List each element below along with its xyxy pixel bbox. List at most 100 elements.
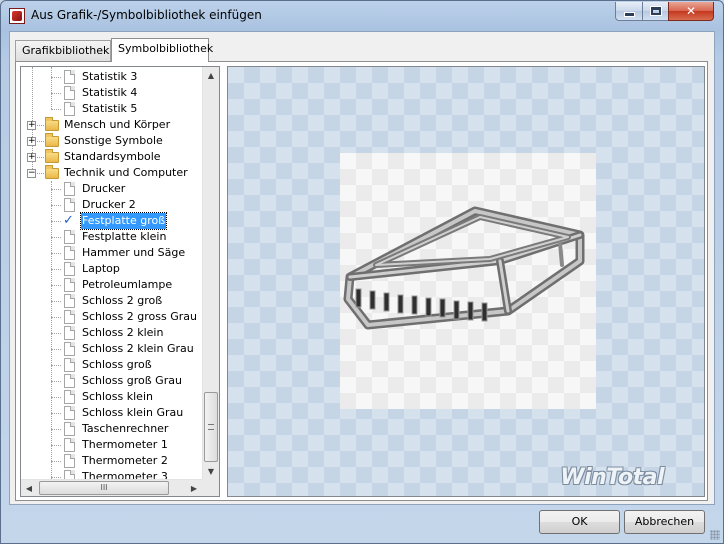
tree-connector — [51, 445, 61, 446]
horizontal-scroll-thumb[interactable]: III — [39, 481, 169, 495]
close-icon: ✕ — [685, 4, 697, 18]
scroll-left-button[interactable]: ◀ — [21, 480, 37, 496]
tree-item-label: Drucker — [82, 182, 126, 195]
document-icon — [64, 326, 75, 340]
ok-button[interactable]: OK — [539, 510, 620, 534]
tree-connector — [51, 109, 61, 110]
tree-item-label: Schloss 2 groß — [82, 294, 163, 307]
tree-guide-line — [51, 67, 52, 109]
tree-horizontal-scrollbar[interactable]: ◀ III ▶ — [21, 479, 202, 496]
symbol-tree[interactable]: Statistik 3 Statistik 4 Statistik 5 + Mensch… — [20, 66, 220, 497]
tree-connector — [51, 365, 61, 366]
tree-connector — [51, 397, 61, 398]
document-icon — [64, 438, 75, 452]
folder-icon — [45, 165, 59, 179]
document-icon — [64, 262, 75, 276]
checkmark-icon: ✓ — [63, 213, 74, 228]
tree-item-label: Schloss groß — [82, 358, 152, 371]
tree-item-label: Schloss klein — [82, 390, 153, 403]
tree-item-label: Statistik 5 — [82, 102, 138, 115]
document-icon — [64, 198, 75, 212]
tree-item-label: Schloss 2 klein — [82, 326, 164, 339]
symbol-preview-pane: WinTotal — [227, 66, 705, 497]
tree-vertical-scrollbar[interactable]: ▲ ▼ — [202, 67, 219, 480]
document-icon — [64, 342, 75, 356]
tree-item-label: Sonstige Symbole — [64, 134, 163, 147]
cancel-button[interactable]: Abbrechen — [624, 510, 705, 534]
tree-item-label: Schloss 2 klein Grau — [82, 342, 194, 355]
expand-icon[interactable]: + — [27, 153, 36, 162]
scroll-thumb[interactable] — [204, 392, 218, 462]
document-icon — [64, 182, 75, 196]
tree-item-label: Petroleumlampe — [82, 278, 173, 291]
dialog-body: Grafikbibliothek Symbolbibliothek Statis… — [9, 31, 715, 505]
scroll-right-button[interactable]: ▶ — [186, 480, 202, 496]
document-icon — [64, 278, 75, 292]
tree-item-label: Thermometer 1 — [82, 438, 168, 451]
tree-item-label: Standardsymbole — [64, 150, 161, 163]
tree-connector — [51, 413, 61, 414]
tree-connector — [51, 381, 61, 382]
document-icon — [64, 102, 75, 116]
document-icon — [64, 246, 75, 260]
document-icon — [64, 422, 75, 436]
tree-item-label: Statistik 4 — [82, 86, 138, 99]
tree-connector — [51, 477, 61, 478]
document-icon — [64, 374, 75, 388]
document-icon — [64, 86, 75, 100]
tree-item-label: Festplatte groß — [79, 212, 168, 230]
expand-icon[interactable]: + — [27, 121, 36, 130]
tree-connector — [51, 205, 61, 206]
tree-connector — [51, 253, 61, 254]
document-icon — [64, 390, 75, 404]
window-title: Aus Grafik-/Symbolbibliothek einfügen — [31, 8, 262, 22]
tree-connector — [51, 221, 61, 222]
scroll-down-button[interactable]: ▼ — [203, 463, 219, 480]
tree-connector — [51, 301, 61, 302]
folder-icon — [45, 117, 59, 131]
tree-connector — [51, 269, 61, 270]
document-icon — [64, 294, 75, 308]
document-icon — [64, 454, 75, 468]
hard-drive-icon — [343, 206, 585, 330]
tab-panel-symbolbibliothek: Statistik 3 Statistik 4 Statistik 5 + Mensch… — [15, 61, 708, 501]
tree-item-label: Mensch und Körper — [64, 118, 171, 131]
tree-item-label: Schloss 2 gross Grau — [82, 310, 197, 323]
tree-item-label: Taschenrechner — [82, 422, 169, 435]
tree-connector — [51, 429, 61, 430]
tree-item-label: Schloss klein Grau — [82, 406, 184, 419]
tab-grafikbibliothek[interactable]: Grafikbibliothek — [15, 40, 111, 61]
maximize-icon — [650, 7, 661, 15]
collapse-icon[interactable]: − — [27, 169, 36, 178]
title-bar[interactable]: Aus Grafik-/Symbolbibliothek einfügen ✕ — [1, 1, 723, 31]
tab-symbolbibliothek[interactable]: Symbolbibliothek — [111, 38, 213, 62]
tree-item-label: Festplatte klein — [82, 230, 167, 243]
expand-icon[interactable]: + — [27, 137, 36, 146]
tree-item-label: Schloss groß Grau — [82, 374, 182, 387]
tree-connector — [51, 317, 61, 318]
folder-icon — [45, 149, 59, 163]
tree-connector — [51, 189, 61, 190]
tree-item-label: Drucker 2 — [82, 198, 136, 211]
tree-item-label: Thermometer 2 — [82, 454, 168, 467]
folder-icon — [45, 133, 59, 147]
tree-connector — [51, 349, 61, 350]
close-button[interactable]: ✕ — [668, 2, 714, 21]
dialog-window: Aus Grafik-/Symbolbibliothek einfügen ✕ … — [0, 0, 724, 544]
tree-item-label: Statistik 3 — [82, 70, 138, 83]
document-icon — [64, 310, 75, 324]
resize-grip[interactable] — [710, 530, 720, 540]
app-icon — [9, 8, 25, 24]
tree-connector — [51, 237, 61, 238]
tree-connector — [51, 333, 61, 334]
tree-connector — [51, 93, 61, 94]
symbol-preview — [340, 153, 596, 409]
document-icon — [64, 406, 75, 420]
scroll-up-button[interactable]: ▲ — [203, 67, 219, 84]
tree-connector — [51, 77, 61, 78]
grip-icon — [208, 424, 214, 430]
maximize-button[interactable] — [642, 2, 669, 21]
document-icon — [64, 358, 75, 372]
minimize-button[interactable] — [615, 2, 643, 21]
tree-item-label: Hammer und Säge — [82, 246, 186, 259]
